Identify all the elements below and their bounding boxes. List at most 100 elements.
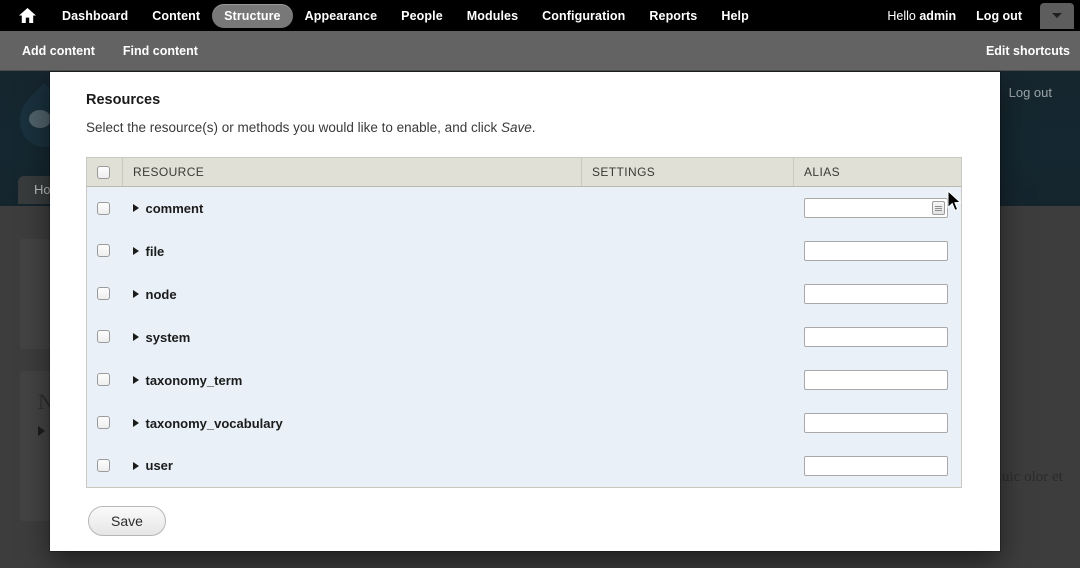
toolbar-item-people[interactable]: People — [389, 4, 455, 28]
resource-name: taxonomy_vocabulary — [145, 415, 283, 431]
row-checkbox-cell — [86, 186, 123, 230]
alias-input-wrapper — [803, 455, 948, 476]
toolbar-item-structure[interactable]: Structure — [212, 3, 293, 28]
row-checkbox-node[interactable] — [97, 287, 110, 301]
table-row: taxonomy_vocabulary — [86, 401, 962, 445]
page-title: Resources — [86, 92, 161, 108]
shortcut-find-content[interactable]: Find content — [109, 44, 212, 58]
row-checkbox-taxonomy_term[interactable] — [97, 373, 110, 387]
disclosure-triangle-icon — [132, 247, 139, 255]
toolbar-menu: Dashboard Content Structure Appearance Peopl… — [50, 0, 761, 31]
alias-input-taxonomy_vocabulary[interactable] — [803, 413, 948, 433]
resource-toggle-comment[interactable]: comment — [132, 201, 572, 216]
select-all-checkbox[interactable] — [97, 166, 110, 180]
settings-cell — [581, 315, 794, 359]
alias-cell — [793, 401, 962, 445]
shortcut-bar: Add content Find content Edit shortcuts — [0, 31, 1080, 71]
toolbar-item-configuration[interactable]: Configuration — [530, 4, 637, 28]
resource-cell: system — [122, 315, 582, 359]
table-header-row: RESOURCE SETTINGS ALIAS — [86, 157, 962, 187]
row-checkbox-cell — [86, 444, 123, 488]
row-checkbox-comment[interactable] — [97, 201, 110, 215]
resource-cell: taxonomy_vocabulary — [122, 401, 582, 445]
row-checkbox-cell — [86, 272, 123, 316]
resource-name: taxonomy_term — [145, 372, 243, 388]
table-row: comment — [86, 186, 962, 230]
alias-input-wrapper — [803, 284, 948, 304]
toolbar-item-help[interactable]: Help — [709, 4, 761, 28]
resource-cell: node — [122, 272, 582, 316]
toolbar-drawer-toggle[interactable] — [1040, 2, 1074, 29]
alias-input-wrapper — [803, 198, 948, 219]
shortcut-add-content[interactable]: Add content — [8, 44, 109, 58]
background-logout-link[interactable]: Log out — [1009, 85, 1052, 100]
shortcut-items: Add content Find content — [0, 44, 212, 58]
row-checkbox-taxonomy_vocabulary[interactable] — [97, 416, 110, 430]
alias-input-file[interactable] — [803, 241, 948, 261]
column-header-resource[interactable]: RESOURCE — [122, 157, 582, 187]
resource-toggle-system[interactable]: system — [132, 330, 572, 345]
resource-toggle-user[interactable]: user — [132, 458, 572, 473]
resource-cell: taxonomy_term — [122, 358, 582, 402]
greeting-prefix: Hello — [887, 8, 920, 23]
modal-description-text: Select the resource(s) or methods you wo… — [86, 120, 501, 135]
row-checkbox-cell — [86, 401, 123, 445]
resources-modal: Resources Select the resource(s) or meth… — [50, 72, 1000, 551]
save-button[interactable]: Save — [88, 506, 166, 536]
alias-cell — [793, 186, 962, 230]
settings-cell — [581, 358, 794, 402]
toolbar-item-content[interactable]: Content — [140, 4, 212, 28]
alias-input-user[interactable] — [803, 455, 948, 476]
alias-input-wrapper — [803, 370, 948, 390]
logout-link[interactable]: Log out — [966, 9, 1032, 23]
row-checkbox-cell — [86, 315, 123, 359]
resource-cell: user — [122, 444, 582, 488]
username[interactable]: admin — [919, 9, 956, 23]
toolbar-item-modules[interactable]: Modules — [455, 4, 530, 28]
resource-cell: comment — [122, 186, 582, 230]
modal-description-period: . — [531, 120, 536, 135]
screen: Log out Ho N uic olor et Resources Selec… — [0, 0, 1080, 568]
column-header-settings[interactable]: SETTINGS — [581, 157, 794, 187]
disclosure-triangle-icon — [132, 333, 139, 341]
disclosure-triangle-icon — [132, 290, 139, 298]
row-checkbox-system[interactable] — [97, 330, 110, 344]
modal-description: Select the resource(s) or methods you wo… — [86, 120, 964, 135]
column-header-alias[interactable]: ALIAS — [793, 157, 962, 187]
disclosure-triangle-icon — [132, 419, 139, 427]
chevron-down-icon — [1052, 13, 1062, 18]
alias-input-node[interactable] — [803, 284, 948, 304]
alias-cell — [793, 444, 962, 488]
alias-input-comment[interactable] — [803, 198, 948, 219]
alias-cell — [793, 272, 962, 316]
row-checkbox-file[interactable] — [97, 244, 110, 258]
alias-cell — [793, 229, 962, 273]
resize-grippie-icon[interactable] — [931, 201, 945, 216]
home-icon[interactable] — [18, 7, 36, 25]
toolbar-item-appearance[interactable]: Appearance — [293, 4, 390, 28]
admin-toolbar: Dashboard Content Structure Appearance Peopl… — [0, 0, 1080, 31]
resource-toggle-taxonomy_term[interactable]: taxonomy_term — [132, 372, 572, 388]
disclosure-triangle-icon — [132, 376, 139, 384]
alias-input-system[interactable] — [803, 327, 948, 347]
toolbar-item-dashboard[interactable]: Dashboard — [50, 4, 140, 28]
table-row: node — [86, 272, 962, 316]
edit-shortcuts-link[interactable]: Edit shortcuts — [986, 44, 1070, 58]
row-checkbox-user[interactable] — [97, 459, 110, 473]
resource-toggle-file[interactable]: file — [132, 244, 572, 259]
table-head: RESOURCE SETTINGS ALIAS — [86, 157, 962, 187]
table-row: system — [86, 315, 962, 359]
alias-input-taxonomy_term[interactable] — [803, 370, 948, 390]
alias-input-wrapper — [803, 241, 948, 261]
resources-table: RESOURCE SETTINGS ALIAS comment file node s… — [86, 157, 962, 488]
settings-cell — [581, 444, 794, 488]
resource-cell: file — [122, 229, 582, 273]
disclosure-triangle-icon — [132, 461, 139, 470]
settings-cell — [581, 401, 794, 445]
settings-cell — [581, 186, 794, 230]
toolbar-item-reports[interactable]: Reports — [637, 4, 709, 28]
background-disclosure-icon — [38, 426, 45, 436]
resource-toggle-taxonomy_vocabulary[interactable]: taxonomy_vocabulary — [132, 415, 572, 431]
resource-toggle-node[interactable]: node — [132, 287, 572, 302]
table-body: comment file node system taxonomy_termtaxono… — [86, 186, 962, 488]
